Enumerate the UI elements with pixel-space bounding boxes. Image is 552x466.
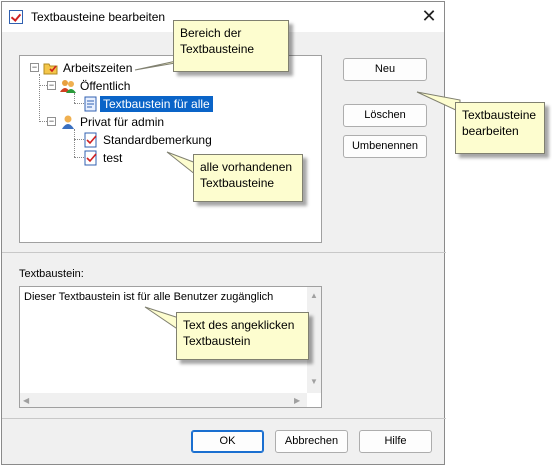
callout-line: Bereich der	[180, 26, 242, 40]
content-text: Dieser Textbaustein ist für alle Benutze…	[24, 291, 274, 303]
cancel-button[interactable]: Abbrechen	[275, 430, 348, 453]
vertical-scrollbar[interactable]: ▲ ▼	[307, 287, 321, 393]
tree-item-textbaustein-fuer-alle[interactable]: Textbaustein für alle	[83, 96, 283, 112]
callout-line: Text des angeklicken	[183, 318, 295, 332]
tree-item-label: Textbaustein für alle	[100, 96, 213, 112]
scroll-left-icon[interactable]: ◀	[23, 396, 29, 405]
help-button[interactable]: Hilfe	[359, 430, 432, 453]
callout-line: Textbausteine	[180, 42, 255, 56]
checked-document-icon	[84, 150, 97, 166]
callout-line: Textbaustein	[183, 334, 251, 348]
tree-node-label: Arbeitszeiten	[63, 61, 133, 75]
close-button[interactable]: ✕	[414, 2, 444, 32]
scroll-down-icon[interactable]: ▼	[310, 377, 318, 386]
tree-line	[39, 85, 47, 86]
section-label: Textbaustein:	[19, 268, 84, 280]
callout-existing: alle vorhandenen Textbausteine	[193, 154, 303, 202]
tree-node-privat[interactable]: − Privat für admin	[47, 114, 247, 130]
scroll-up-icon[interactable]: ▲	[310, 291, 318, 300]
divider	[2, 252, 446, 253]
tree-node-label: Privat für admin	[80, 115, 165, 129]
user-icon	[62, 115, 74, 129]
document-icon	[84, 96, 97, 112]
collapse-icon[interactable]: −	[47, 81, 56, 90]
divider	[2, 418, 446, 419]
tree-item-label: test	[103, 151, 123, 165]
tree-node-label: Öffentlich	[80, 79, 131, 93]
tree-line	[74, 129, 75, 157]
scroll-right-icon[interactable]: ▶	[294, 396, 300, 405]
new-button[interactable]: Neu	[343, 58, 427, 81]
tree-item-label: Standardbemerkung	[103, 133, 212, 147]
callout-edit: Textbausteine bearbeiten	[455, 102, 545, 154]
callout-selected-text: Text des angeklicken Textbaustein	[176, 312, 309, 360]
textbaustein-tree[interactable]: − Arbeitszeiten − Öffentlich Textbaustei…	[19, 55, 322, 243]
callout-line: alle vorhandenen	[200, 160, 293, 174]
callout-line: Textbausteine	[200, 176, 275, 190]
rename-button[interactable]: Umbenennen	[343, 135, 427, 158]
tree-line	[74, 93, 75, 103]
callout-line: Textbausteine	[462, 108, 537, 122]
tree-line	[39, 74, 40, 122]
delete-button[interactable]: Löschen	[343, 104, 427, 127]
tree-line	[39, 121, 47, 122]
callout-line: bearbeiten	[462, 124, 519, 138]
folder-icon	[43, 63, 58, 75]
collapse-icon[interactable]: −	[30, 63, 39, 72]
users-group-icon	[60, 80, 76, 93]
tree-node-oeffentlich[interactable]: − Öffentlich	[47, 78, 247, 94]
checked-document-icon	[84, 132, 97, 148]
tree-item-standardbemerkung[interactable]: Standardbemerkung	[83, 132, 283, 148]
ok-button[interactable]: OK	[191, 430, 264, 453]
collapse-icon[interactable]: −	[47, 117, 56, 126]
horizontal-scrollbar[interactable]: ◀ ▶	[20, 393, 307, 407]
app-icon	[9, 10, 23, 24]
callout-area: Bereich der Textbausteine	[173, 20, 289, 72]
window-title: Textbausteine bearbeiten	[31, 10, 166, 24]
